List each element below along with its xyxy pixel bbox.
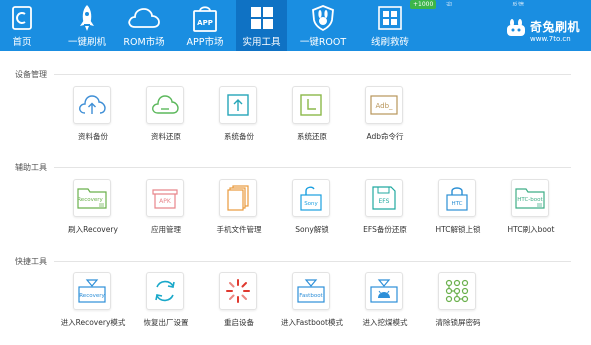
htc-glyph: HTC: [451, 201, 462, 207]
tool-enter-fastboot-mode[interactable]: Fastboot 进入Fastboot模式: [277, 272, 347, 334]
tool-efs-backup-restore[interactable]: EFS EFS备份还原: [350, 179, 420, 241]
nav-app-market-label: APP市场: [186, 37, 224, 48]
cloud-upload-icon: [73, 86, 111, 124]
system-restore-icon: [292, 86, 330, 124]
htc-boot-glyph: HTC-boot: [517, 197, 543, 203]
tool-file-manager[interactable]: 手机文件管理: [204, 179, 274, 241]
feedback-link[interactable]: 反馈: [512, 0, 524, 6]
nav-one-click-flash-label: 一键刷机: [67, 37, 106, 48]
tool-flash-recovery[interactable]: Recovery 刷入Recovery: [58, 179, 128, 241]
brick-grid-icon: [376, 4, 404, 32]
android-download-icon: [365, 272, 403, 310]
apk-box-icon: APK: [146, 179, 184, 217]
tool-sony-unlock[interactable]: Sony Sony解锁: [277, 179, 347, 241]
brand-logo: 奇兔刷机 www.7to.cn: [506, 18, 591, 48]
tool-data-backup[interactable]: 资料备份: [58, 86, 128, 148]
fastboot-glyph: Fastboot: [299, 293, 323, 299]
tool-enter-recovery-mode[interactable]: Recovery 进入Recovery模式: [58, 272, 128, 334]
cloud-icon: [126, 4, 162, 32]
update-count-badge: +1000: [410, 0, 437, 9]
htc-lock-icon: HTC: [438, 179, 476, 217]
tool-system-backup[interactable]: 系统备份: [204, 86, 274, 148]
sony-glyph: Sony: [304, 201, 318, 207]
tool-adb-terminal[interactable]: Adb_ Adb命令行: [350, 86, 420, 148]
pattern-lock-icon: [438, 272, 476, 310]
reboot-icon: [219, 272, 257, 310]
htc-boot-icon: HTC-boot: [511, 179, 549, 217]
nav-one-click-flash[interactable]: 一键刷机: [62, 0, 112, 51]
rabbit-logo-icon: [506, 19, 526, 37]
nav-utilities-label: 实用工具: [242, 37, 281, 48]
section-divider: [54, 167, 571, 168]
section-divider: [54, 74, 571, 75]
nav-line-flash-rescue[interactable]: 线刷救砖: [364, 0, 416, 51]
cloud-restore-icon: [146, 86, 184, 124]
nav-rom-market[interactable]: ROM市场: [117, 0, 171, 51]
sony-unlock-icon: Sony: [292, 179, 330, 217]
nav-one-click-root[interactable]: 一键ROOT: [293, 0, 353, 51]
app-bag-icon: APP: [191, 4, 219, 32]
nav-utilities[interactable]: 实用工具: [236, 0, 287, 51]
apk-glyph: APK: [159, 198, 172, 205]
fastboot-mode-icon: Fastboot: [292, 272, 330, 310]
tool-htc-unlock-lock[interactable]: HTC HTC解锁上锁: [423, 179, 493, 241]
recovery-mode-icon: Recovery: [73, 272, 111, 310]
adb-terminal-icon: Adb_: [365, 86, 403, 124]
nav-home-label: 首页: [12, 37, 32, 48]
tool-clear-lock-password-label: 清除锁屏密码: [435, 318, 481, 327]
recovery-folder-icon: Recovery: [73, 179, 111, 217]
tool-htc-flash-boot[interactable]: HTC-boot HTC刷入boot: [496, 179, 566, 241]
tool-app-management[interactable]: APK 应用管理: [131, 179, 201, 241]
nav-app-market[interactable]: APP APP市场: [180, 0, 230, 51]
section-title-quick-tools: 快捷工具: [15, 257, 47, 266]
recovery-glyph: Recovery: [77, 197, 103, 203]
nav-one-click-root-label: 一键ROOT: [299, 37, 347, 48]
efs-glyph: EFS: [379, 198, 390, 205]
factory-reset-icon: [146, 272, 184, 310]
tool-clear-lock-password[interactable]: 清除锁屏密码: [423, 272, 493, 334]
tool-factory-reset[interactable]: 恢复出厂设置: [131, 272, 201, 334]
tool-adb-terminal-label: Adb命令行: [366, 132, 404, 141]
rocket-icon: [73, 4, 101, 32]
svg-text:APP: APP: [197, 19, 213, 27]
home-icon: [8, 4, 36, 32]
tool-enter-download-mode[interactable]: 进入挖煤模式: [350, 272, 420, 334]
tool-htc-flash-boot-label: HTC刷入boot: [507, 225, 555, 234]
user-menu[interactable]: 迎: [446, 0, 452, 6]
section-title-device-management: 设备管理: [15, 70, 47, 79]
tool-reboot-device[interactable]: 重启设备: [204, 272, 274, 334]
nav-rom-market-label: ROM市场: [123, 37, 165, 48]
tool-data-restore[interactable]: 资料还原: [131, 86, 201, 148]
top-navigation-bar: 首页 一键刷机 ROM市场 APP APP市场 实用工具 一键ROOT 线刷救砖…: [0, 0, 591, 51]
brand-url: www.7to.cn: [530, 35, 571, 43]
grid-tools-icon: [248, 4, 276, 32]
nav-home[interactable]: 首页: [2, 0, 42, 51]
adb-glyph: Adb_: [375, 102, 393, 110]
recovery-mode-glyph: Recovery: [79, 293, 105, 299]
nav-line-flash-rescue-label: 线刷救砖: [370, 37, 409, 48]
tool-system-restore[interactable]: 系统还原: [277, 86, 347, 148]
brand-name: 奇兔刷机: [530, 20, 581, 34]
system-backup-icon: [219, 86, 257, 124]
section-divider: [54, 261, 571, 262]
efs-floppy-icon: EFS: [365, 179, 403, 217]
file-manager-icon: [219, 179, 257, 217]
section-title-auxiliary-tools: 辅助工具: [15, 163, 47, 172]
rabbit-shield-icon: [309, 4, 337, 32]
